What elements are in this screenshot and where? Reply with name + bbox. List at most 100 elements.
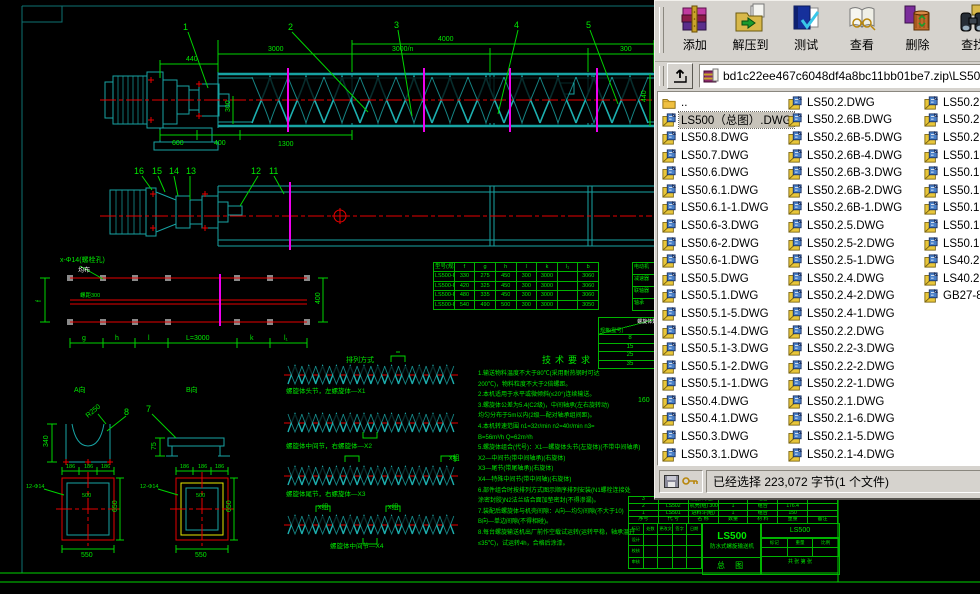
table-row: 标记重量比例 <box>762 539 839 548</box>
file-item[interactable]: LS50.2.6B-3.DWG <box>788 164 924 182</box>
file-name: LS50.2.4-2.DWG <box>805 290 897 302</box>
file-item[interactable]: LS50.2.1-4.DWG <box>788 446 924 464</box>
up-directory-button[interactable] <box>667 63 693 89</box>
dim-label: 400 <box>315 292 322 304</box>
file-item[interactable]: LS50.2.1-5.DWG <box>788 428 924 446</box>
table-cell: 3050 <box>578 300 599 309</box>
file-item[interactable]: LS50.1. <box>924 217 980 235</box>
drawing-model: LS500 <box>717 531 746 542</box>
table-cell <box>687 546 702 557</box>
view-button[interactable]: 查看 <box>834 1 890 59</box>
winrar-address-bar: bd1c22ee467c6048df4a8bc11bb01be7.zip\LS5… <box>655 62 980 90</box>
add-button[interactable]: 添加 <box>667 1 723 59</box>
file-item[interactable]: LS50.2.2-3.DWG <box>788 340 924 358</box>
test-button-label: 测试 <box>794 36 818 53</box>
file-item[interactable]: LS50.4.1.DWG <box>662 411 790 429</box>
file-name: LS50.2. <box>941 97 980 109</box>
file-item[interactable]: LS50.2.5.DWG <box>788 217 924 235</box>
table-cell: h <box>495 263 516 272</box>
file-item[interactable]: LS50.2.2.DWG <box>788 323 924 341</box>
revision-table: 标记处数更改文件号签字日期设计校核审核 <box>628 523 702 569</box>
file-name: LS50.6-3.DWG <box>679 220 761 232</box>
file-item[interactable]: LS50.2.5-1.DWG <box>788 252 924 270</box>
file-item[interactable]: LS50.6.1.DWG <box>662 182 790 200</box>
file-item[interactable]: LS50.6-2.DWG <box>662 235 790 253</box>
file-item[interactable]: LS50.6-1.DWG <box>662 252 790 270</box>
table-cell <box>672 546 687 557</box>
file-item[interactable]: LS50.2.6B-4.DWG <box>788 147 924 165</box>
file-item[interactable]: LS40.2. <box>924 252 980 270</box>
table-cell: 1 <box>718 503 748 510</box>
view-button-label: 查看 <box>850 36 874 53</box>
table-cell: 275 <box>475 272 496 281</box>
file-item[interactable]: LS50.5.DWG <box>662 270 790 288</box>
table-cell: 比例 <box>813 539 839 548</box>
archive-path-combobox[interactable]: bd1c22ee467c6048df4a8bc11bb01be7.zip\LS5… <box>699 64 980 88</box>
file-item[interactable]: LS50.2.5-2.DWG <box>788 235 924 253</box>
drawing-name: 防水式螺旋输送机 <box>710 542 754 550</box>
file-name: LS50.2. <box>941 114 980 126</box>
dwg-file-icon <box>788 430 802 444</box>
file-item[interactable]: LS50.5.1-2.DWG <box>662 358 790 376</box>
bolt-hole-note: 均布 <box>78 266 90 274</box>
file-item[interactable]: LS50.4.DWG <box>662 393 790 411</box>
dwg-file-icon <box>662 289 676 303</box>
file-item[interactable]: LS50.6-3.DWG <box>662 217 790 235</box>
extract-to-button[interactable]: 解压到 <box>723 1 779 59</box>
dim-label: L=3000 <box>186 335 210 342</box>
group-note: x组 <box>388 502 399 511</box>
file-item[interactable]: LS50.1. <box>924 200 980 218</box>
file-item[interactable]: LS50.2.2-2.DWG <box>788 358 924 376</box>
file-item[interactable]: LS50.3.DWG <box>662 428 790 446</box>
file-item[interactable]: LS50.1. <box>924 164 980 182</box>
file-item[interactable]: LS50.2. <box>924 129 980 147</box>
file-item[interactable]: LS50.1. <box>924 235 980 253</box>
file-item[interactable]: LS50.2.4.DWG <box>788 270 924 288</box>
file-item[interactable]: LS50.2.6B-1.DWG <box>788 200 924 218</box>
file-item[interactable]: LS50.2.1.DWG <box>788 393 924 411</box>
file-item[interactable]: LS50.5.1-5.DWG <box>662 305 790 323</box>
file-name: LS50.2.2-1.DWG <box>805 378 897 390</box>
dwg-file-icon <box>662 360 676 374</box>
file-item[interactable]: LS50.2. <box>924 94 980 112</box>
file-item[interactable]: LS50.2.6B-5.DWG <box>788 129 924 147</box>
table-cell <box>672 557 687 568</box>
file-item[interactable]: LS50.5.1-1.DWG <box>662 376 790 394</box>
file-item[interactable]: LS50.3.1.DWG <box>662 446 790 464</box>
delete-button[interactable]: 删除 <box>890 1 946 59</box>
file-item[interactable]: LS50.2.4-1.DWG <box>788 305 924 323</box>
file-item[interactable]: LS50.2.DWG <box>788 94 924 112</box>
find-button-label: 查找 <box>961 36 980 53</box>
find-button[interactable]: 查找 <box>945 1 980 59</box>
screw-x4-label: 螺旋体中间节—X4 <box>330 540 383 550</box>
dwg-file-icon <box>662 430 676 444</box>
dwg-file-icon <box>788 342 802 356</box>
file-item[interactable]: LS50.2. <box>924 112 980 130</box>
file-item[interactable]: LS500（总图）.DWG <box>662 112 790 130</box>
file-item[interactable]: LS50.2.2-1.DWG <box>788 376 924 394</box>
toolbar-grip[interactable] <box>659 7 664 53</box>
table-cell: 300 <box>516 300 537 309</box>
parent-directory-item[interactable]: .. <box>662 94 790 112</box>
table-cell: 组合 <box>748 503 778 510</box>
file-item[interactable]: LS50.1. <box>924 182 980 200</box>
file-item[interactable]: LS50.7.DWG <box>662 147 790 165</box>
file-item[interactable]: LS50.5.1.DWG <box>662 288 790 306</box>
file-item[interactable]: LS40.2. <box>924 270 980 288</box>
file-item[interactable]: LS50.2.6B.DWG <box>788 112 924 130</box>
file-item[interactable]: LS50.6.DWG <box>662 164 790 182</box>
file-item[interactable]: LS50.1. <box>924 147 980 165</box>
file-item[interactable]: LS50.5.1-3.DWG <box>662 340 790 358</box>
file-item[interactable]: LS50.2.4-2.DWG <box>788 288 924 306</box>
view-file-icon <box>846 3 878 35</box>
test-button[interactable]: 测试 <box>778 1 834 59</box>
file-name: LS50.2.6B-2.DWG <box>805 185 904 197</box>
address-bar-grip[interactable] <box>659 66 664 86</box>
file-item[interactable]: LS50.2.1-6.DWG <box>788 411 924 429</box>
file-item[interactable]: LS50.5.1-4.DWG <box>662 323 790 341</box>
table-cell <box>557 300 578 309</box>
file-item[interactable]: LS50.6.1-1.DWG <box>662 200 790 218</box>
file-item[interactable]: GB27-88 <box>924 288 980 306</box>
file-item[interactable]: LS50.2.6B-2.DWG <box>788 182 924 200</box>
file-item[interactable]: LS50.8.DWG <box>662 129 790 147</box>
